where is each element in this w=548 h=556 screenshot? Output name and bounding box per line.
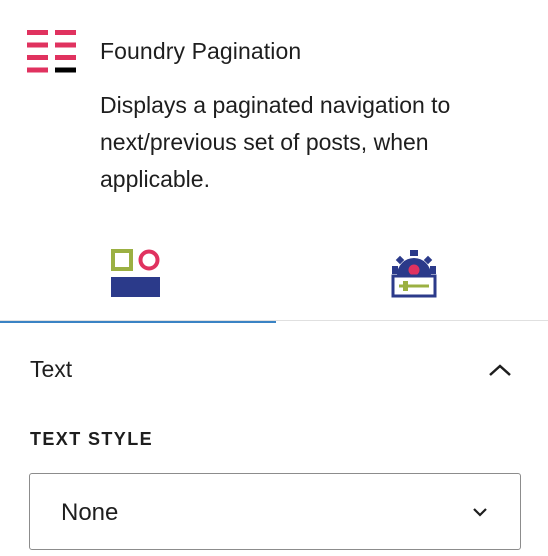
block-description: Displays a paginated navigation to next/… xyxy=(100,92,451,192)
chevron-up-icon xyxy=(489,364,511,376)
tabs-divider xyxy=(0,320,548,321)
text-style-label: TEXT STYLE xyxy=(30,429,154,449)
panel-toggle-text[interactable]: Text xyxy=(0,340,548,398)
block-card: Foundry Pagination Displays a paginated … xyxy=(0,0,548,210)
inspector-tabs xyxy=(0,228,548,323)
shapes-icon xyxy=(111,249,160,297)
text-style-select[interactable]: None xyxy=(29,473,521,550)
chevron-down-icon xyxy=(473,508,487,517)
grid-lines-icon xyxy=(27,30,76,73)
block-title: Foundry Pagination xyxy=(100,38,302,64)
panel-title: Text xyxy=(30,356,73,382)
gear-settings-icon xyxy=(391,250,437,298)
text-style-value: None xyxy=(61,499,119,526)
tab-styles[interactable] xyxy=(0,228,276,323)
tab-settings[interactable] xyxy=(276,228,548,322)
